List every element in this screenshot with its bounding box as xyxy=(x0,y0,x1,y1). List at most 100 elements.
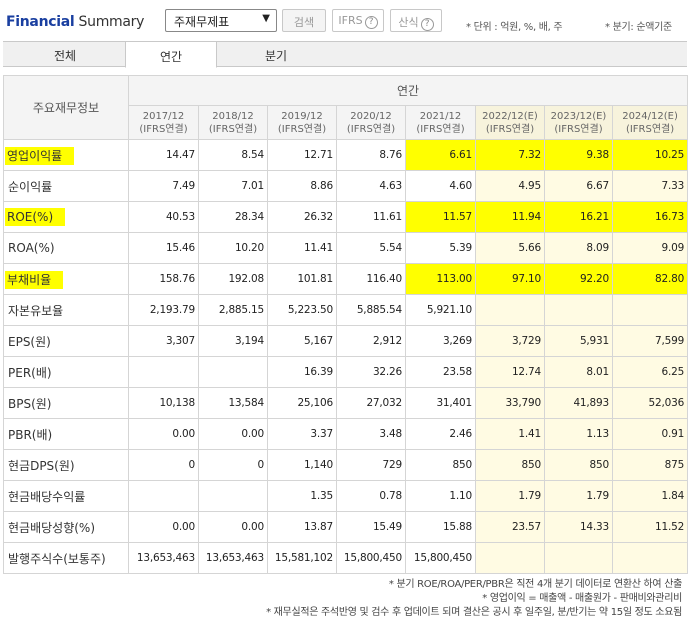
table-row: 발행주식수(보통주) 13,653,463 13,653,463 15,581,102… xyxy=(3,542,689,574)
search-button[interactable]: 검색 xyxy=(282,9,326,32)
row-label-text: 현금DPS(원) xyxy=(8,458,75,473)
value-cell: 6.25 xyxy=(611,356,689,388)
value-cell: 11.94 xyxy=(475,201,545,233)
value-cell: 12.71 xyxy=(267,139,337,171)
value-cell: 0.78 xyxy=(336,480,406,512)
year-header: 2023/12(E) (IFRS연결) xyxy=(544,105,613,140)
row-label-text: PBR(배) xyxy=(8,427,53,442)
value-cell: 7.33 xyxy=(611,170,689,202)
table-row: 부채비율 158.76 192.08 101.81 116.40 113.00 97.10 9… xyxy=(3,263,689,295)
value-cell: 0.00 xyxy=(128,418,199,450)
value-cell: 13,653,463 xyxy=(128,542,199,574)
value-cell: 11.52 xyxy=(611,511,689,543)
value-cell: 2,912 xyxy=(336,325,406,357)
value-cell xyxy=(128,356,199,388)
value-cell: 15.46 xyxy=(128,232,199,264)
period-tabs: 전체 연간 분기 xyxy=(3,41,687,68)
formula-button[interactable]: 산식? xyxy=(390,9,442,32)
value-cell: 1.10 xyxy=(405,480,476,512)
value-cell: 2,885.15 xyxy=(198,294,268,326)
table-row: BPS(원) 10,138 13,584 25,106 27,032 31,401 33,7… xyxy=(3,387,689,419)
value-cell: 15,581,102 xyxy=(267,542,337,574)
value-cell: 4.95 xyxy=(475,170,545,202)
year-header: 2022/12(E) (IFRS연결) xyxy=(475,105,545,140)
value-cell: 15,800,450 xyxy=(405,542,476,574)
year-label: 2019/12 xyxy=(281,111,323,122)
value-cell: 23.57 xyxy=(475,511,545,543)
value-cell: 7,599 xyxy=(611,325,689,357)
value-cell: 1,140 xyxy=(267,449,337,481)
value-cell: 2,193.79 xyxy=(128,294,199,326)
title-summary: Summary xyxy=(74,14,145,30)
value-cell xyxy=(611,294,689,326)
value-cell: 116.40 xyxy=(336,263,406,295)
value-cell: 10.20 xyxy=(198,232,268,264)
value-cell: 5.54 xyxy=(336,232,406,264)
year-header: 2024/12(E) (IFRS연결) xyxy=(611,105,689,140)
row-label: BPS(원) xyxy=(3,387,129,419)
value-cell: 0.00 xyxy=(198,511,268,543)
year-label: 2024/12(E) xyxy=(622,111,678,122)
value-cell: 0.00 xyxy=(198,418,268,450)
year-label: 2017/12 xyxy=(142,111,185,122)
year-label: 2021/12 xyxy=(419,111,462,122)
value-cell xyxy=(128,480,199,512)
statement-select[interactable]: 주재무제표 ▼ xyxy=(165,9,277,32)
value-cell: 875 xyxy=(611,449,689,481)
statement-select-value: 주재무제표 xyxy=(174,15,230,29)
value-cell: 1.41 xyxy=(475,418,545,450)
year-header: 2018/12 (IFRS연결) xyxy=(198,105,268,140)
row-label: 자본유보율 xyxy=(3,294,129,326)
row-label-text: ROA(%) xyxy=(8,241,55,255)
value-cell: 5.39 xyxy=(405,232,476,264)
value-cell: 97.10 xyxy=(475,263,545,295)
value-cell: 8.86 xyxy=(267,170,337,202)
value-cell: 850 xyxy=(475,449,545,481)
value-cell: 14.47 xyxy=(128,139,199,171)
value-cell: 729 xyxy=(336,449,406,481)
value-cell: 3,194 xyxy=(198,325,268,357)
row-label: 영업이익률 xyxy=(3,139,129,171)
tab-quarter[interactable]: 분기 xyxy=(217,41,335,67)
footnote-annualized: * 분기 ROE/ROA/PER/PBR은 직전 4개 분기 데이터로 연환산 … xyxy=(388,579,682,590)
basis-label: (IFRS연결) xyxy=(346,124,396,135)
row-label-text: 영업이익률 xyxy=(5,146,75,165)
value-cell: 31,401 xyxy=(405,387,476,419)
value-cell: 11.57 xyxy=(405,201,476,233)
value-cell: 16.73 xyxy=(611,201,689,233)
year-label: 2023/12(E) xyxy=(550,111,607,122)
annual-group-header: 연간 xyxy=(127,75,689,106)
value-cell: 7.01 xyxy=(198,170,268,202)
value-cell xyxy=(198,480,268,512)
value-cell: 6.67 xyxy=(544,170,613,202)
table-row: EPS(원) 3,307 3,194 5,167 2,912 3,269 3,729 5,93… xyxy=(3,325,689,357)
value-cell: 10,138 xyxy=(128,387,199,419)
value-cell: 113.00 xyxy=(405,263,476,295)
value-cell: 8.09 xyxy=(544,232,613,264)
basis-label: (IFRS연결) xyxy=(554,124,603,135)
table-row: 현금배당수익률 1.35 0.78 1.10 1.79 1.79 1.84 xyxy=(3,480,689,512)
table-row: ROE(%) 40.53 28.34 26.32 11.61 11.57 11.94 16.2… xyxy=(3,201,689,233)
tab-all[interactable]: 전체 xyxy=(3,41,127,67)
basis-label: (IFRS연결) xyxy=(139,124,188,135)
table-row: ROA(%) 15.46 10.20 11.41 5.54 5.39 5.66 8.09 9.0… xyxy=(3,232,689,264)
value-cell: 3,269 xyxy=(405,325,476,357)
row-label: EPS(원) xyxy=(3,325,129,357)
value-cell: 8.01 xyxy=(544,356,613,388)
value-cell: 82.80 xyxy=(611,263,689,295)
value-cell xyxy=(475,294,545,326)
row-label-text: 자본유보율 xyxy=(8,303,64,318)
value-cell: 850 xyxy=(405,449,476,481)
value-cell: 0.91 xyxy=(611,418,689,450)
help-icon: ? xyxy=(364,16,378,29)
tab-annual[interactable]: 연간 xyxy=(125,41,217,68)
value-cell: 40.53 xyxy=(128,201,199,233)
row-label-text: 발행주식수(보통주) xyxy=(8,551,106,566)
row-label-text: 부채비율 xyxy=(5,270,64,289)
ifrs-button[interactable]: IFRS? xyxy=(332,9,384,32)
basis-label: (IFRS연결) xyxy=(208,124,258,135)
value-cell: 41,893 xyxy=(544,387,613,419)
value-cell: 8.54 xyxy=(198,139,268,171)
value-cell xyxy=(475,542,545,574)
year-label: 2018/12 xyxy=(212,111,254,122)
